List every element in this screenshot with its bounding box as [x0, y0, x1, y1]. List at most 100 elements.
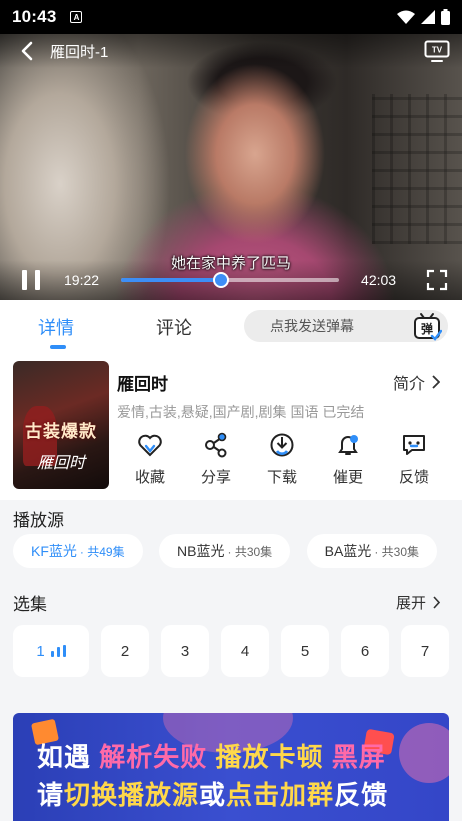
poster-title: 雁回时	[36, 453, 85, 472]
background-window	[372, 94, 462, 244]
source-chip-nb[interactable]: NB蓝光 · 共30集	[159, 534, 291, 568]
episode-number: 1	[36, 642, 45, 660]
tv-icon-label: TV	[432, 46, 443, 55]
chevron-right-icon	[433, 596, 440, 609]
back-arrow-icon[interactable]	[20, 41, 34, 61]
expand-episodes-link[interactable]: 展开	[396, 592, 440, 613]
heart-icon	[138, 434, 162, 457]
banner-decoration	[399, 723, 449, 783]
urge-update-button[interactable]: 催更	[315, 432, 381, 487]
download-label: 下载	[266, 469, 297, 486]
episode-button-4[interactable]: 4	[221, 625, 269, 677]
favorite-label: 收藏	[134, 469, 165, 486]
poster-image[interactable]: 古装爆款 雁回时	[13, 361, 109, 489]
episode-button-7[interactable]: 7	[401, 625, 449, 677]
progress-slider[interactable]	[121, 272, 340, 288]
playing-indicator-icon	[50, 645, 66, 657]
danmu-input[interactable]: 点我发送弹幕 弹	[244, 310, 448, 342]
current-time: 19:22	[64, 272, 100, 288]
source-section-title: 播放源	[13, 511, 64, 530]
episode-button-3[interactable]: 3	[161, 625, 209, 677]
episode-number: 3	[180, 642, 190, 660]
battery-icon	[441, 9, 450, 25]
eq-bar	[50, 651, 54, 657]
total-time: 42:03	[361, 272, 397, 288]
show-tags: 爱情,古装,悬疑,国产剧,剧集 国语 已完结	[117, 404, 365, 420]
intro-label: 简介	[392, 376, 425, 393]
status-time: 10:43	[12, 7, 57, 26]
intro-link[interactable]: 简介	[393, 370, 440, 394]
chevron-right-icon	[432, 375, 440, 389]
banner-text: 反馈	[334, 780, 389, 810]
source-chip-ba[interactable]: BA蓝光 · 共30集	[306, 534, 437, 568]
progress-thumb[interactable]	[213, 272, 230, 288]
pause-bar	[22, 270, 27, 290]
episode-button-5[interactable]: 5	[281, 625, 329, 677]
share-label: 分享	[200, 469, 231, 486]
pause-button[interactable]	[22, 270, 40, 290]
danmu-icon-glyph: 弹	[421, 321, 433, 336]
source-chip-kf[interactable]: KF蓝光 · 共49集	[13, 534, 143, 568]
feedback-label: 反馈	[398, 469, 429, 486]
episode-number: 2	[120, 642, 130, 660]
bell-icon	[338, 435, 358, 455]
episode-button-6[interactable]: 6	[341, 625, 389, 677]
tab-detail[interactable]: 详情	[38, 314, 74, 340]
banner-highlight: 点击加群	[226, 780, 335, 810]
source-count: · 共30集	[374, 544, 419, 559]
episode-button-1[interactable]: 1	[13, 625, 89, 677]
urge-update-label: 催更	[332, 469, 363, 486]
player-controls: 19:22 42:03	[0, 260, 462, 300]
progress-fill	[121, 278, 222, 282]
eq-bar	[56, 647, 60, 657]
fullscreen-icon[interactable]	[426, 269, 448, 291]
tab-active-indicator	[50, 345, 66, 349]
download-button[interactable]: 下载	[249, 432, 315, 487]
notification-icon: A	[70, 11, 83, 23]
source-name: BA蓝光	[324, 543, 372, 559]
episode-list: 1 2 3 4 5 6 7	[13, 625, 449, 677]
feedback-icon	[403, 435, 425, 455]
pause-bar	[35, 270, 40, 290]
video-player[interactable]: 雁回时-1 TV 她在家中养了匹马 19:22 42:03	[0, 34, 462, 300]
signal-icon	[421, 10, 435, 24]
tab-bar: 详情 评论 点我发送弹幕 弹	[0, 300, 462, 352]
expand-label: 展开	[395, 595, 426, 612]
share-icon	[205, 432, 227, 458]
cast-tv-icon[interactable]: TV	[424, 40, 450, 62]
episode-number: 5	[300, 642, 310, 660]
episode-button-2[interactable]: 2	[101, 625, 149, 677]
status-icons	[397, 9, 450, 25]
banner-highlight: 切换播放源	[64, 780, 200, 810]
episode-number: 6	[360, 642, 370, 660]
danmu-tv-icon[interactable]: 弹	[412, 311, 442, 341]
show-title: 雁回时	[117, 375, 168, 394]
episode-number: 4	[240, 642, 250, 660]
feedback-button[interactable]: 反馈	[381, 432, 447, 487]
source-count: · 共30集	[227, 544, 273, 559]
help-banner[interactable]: 如遇 解析失败 播放卡顿 黑屏 请切换播放源或点击加群反馈	[13, 713, 449, 821]
banner-text: 或	[199, 780, 227, 810]
share-button[interactable]: 分享	[183, 432, 249, 487]
banner-highlight: 解析失败	[99, 742, 208, 772]
detail-sheet: 详情 评论 点我发送弹幕 弹 古装爆款 雁回时 雁回时 简介 爱情,古装,悬疑,…	[0, 300, 462, 821]
source-name: NB蓝光	[177, 543, 225, 559]
episode-number: 7	[420, 642, 430, 660]
poster-caption: 古装爆款	[25, 422, 97, 442]
favorite-button[interactable]: 收藏	[117, 432, 183, 487]
banner-line-2: 请切换播放源或点击加群反馈	[37, 775, 388, 812]
eq-bar	[62, 645, 66, 657]
banner-highlight: 播放卡顿	[207, 742, 332, 772]
tab-comment[interactable]: 评论	[156, 314, 192, 340]
action-row: 收藏 分享 下载 催更 反馈	[117, 432, 447, 487]
danmu-placeholder: 点我发送弹幕	[270, 318, 354, 334]
banner-line-1: 如遇 解析失败 播放卡顿 黑屏	[37, 737, 386, 774]
banner-text: 如遇	[37, 742, 100, 772]
download-icon	[270, 433, 294, 457]
source-count: · 共49集	[79, 544, 125, 559]
show-info-card: 古装爆款 雁回时 雁回时 简介 爱情,古装,悬疑,国产剧,剧集 国语 已完结 收…	[0, 352, 462, 500]
status-bar: 10:43 A	[0, 0, 462, 34]
wifi-icon	[397, 10, 415, 24]
banner-text: 请	[37, 780, 65, 810]
episode-section-title: 选集	[13, 595, 47, 614]
